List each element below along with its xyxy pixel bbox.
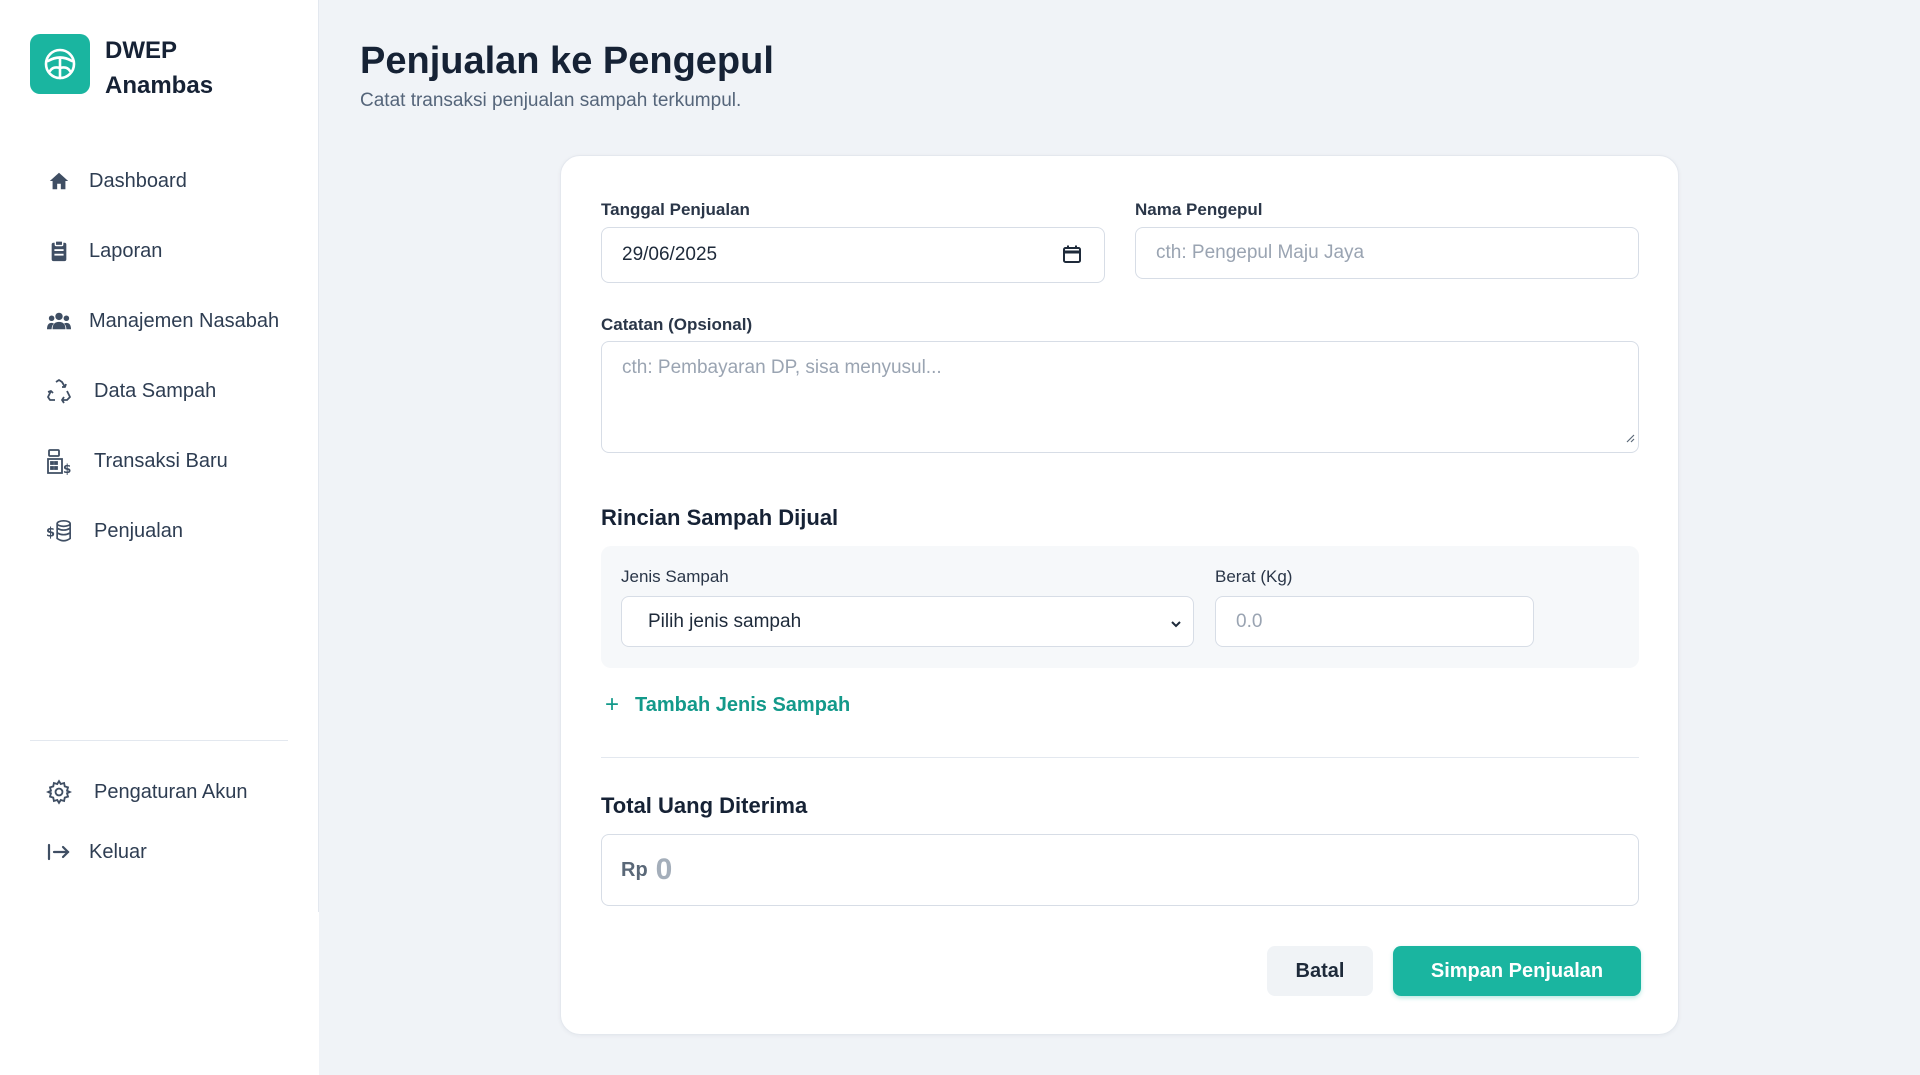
sidebar-item-label: Penjualan [94,519,183,542]
svg-text:$: $ [46,526,55,541]
sidebar-item-label: Laporan [89,239,163,262]
date-label: Tanggal Penjualan [601,200,750,219]
sidebar-item-laporan[interactable]: Laporan [30,228,288,274]
sidebar-item-label: Manajemen Nasabah [89,309,280,332]
type-label: Jenis Sampah [621,567,729,586]
coins-icon: $ [46,518,72,544]
waste-type-selected: Pilih jenis sampah [648,610,802,632]
sidebar-item-label: Dashboard [89,169,187,192]
logout-icon [46,839,72,865]
sidebar-item-dashboard[interactable]: Dashboard [30,158,288,204]
users-icon [46,308,72,334]
sidebar: DWEP Anambas Dashboard Laporan Manajemen… [0,0,319,912]
section-divider [601,757,1639,758]
collector-placeholder: cth: Pengepul Maju Jaya [1156,242,1365,263]
brand[interactable]: DWEP Anambas [30,34,245,103]
leaf-logo-icon [30,34,90,94]
total-section-title: Total Uang Diterima [601,793,808,818]
sidebar-item-transaksi-baru[interactable]: $ Transaksi Baru [30,438,288,484]
items-section-title: Rincian Sampah Dijual [601,505,839,530]
calendar-icon[interactable] [1062,244,1082,270]
sidebar-item-penjualan[interactable]: $ Penjualan [30,508,288,554]
svg-text:$: $ [63,462,71,475]
sidebar-item-label: Data Sampah [94,379,217,402]
resize-handle-icon[interactable] [1625,427,1635,449]
sidebar-footer-area [0,912,319,1075]
weight-placeholder: 0.0 [1236,610,1263,632]
sidebar-divider [30,740,288,741]
total-amount-value: 0 [655,853,673,886]
chevron-down-icon [1169,615,1183,629]
recycle-icon [46,378,72,404]
sidebar-item-label: Pengaturan Akun [94,780,248,803]
sidebar-item-label: Keluar [89,840,147,863]
plus-icon: + [605,691,620,718]
cancel-button[interactable]: Batal [1267,946,1373,996]
notes-placeholder: cth: Pembayaran DP, sisa menyusul... [622,357,942,378]
currency-label: Rp [621,858,648,881]
item-row-panel: Jenis Sampah Pilih jenis sampah Berat (K… [601,546,1639,668]
brand-name-line2: Anambas [105,72,214,99]
add-waste-type-button[interactable]: + Tambah Jenis Sampah [605,691,850,719]
notes-textarea[interactable]: cth: Pembayaran DP, sisa menyusul... [601,341,1639,453]
sidebar-bottom-nav: Pengaturan Akun Keluar [30,769,288,889]
waste-type-select[interactable]: Pilih jenis sampah [621,596,1194,647]
notes-label: Catatan (Opsional) [601,315,753,334]
weight-input[interactable]: 0.0 [1215,596,1534,647]
sidebar-item-pengaturan-akun[interactable]: Pengaturan Akun [30,769,288,815]
sale-form-card: Tanggal Penjualan 29/06/2025 Nama Pengep… [560,155,1679,1035]
collector-label: Nama Pengepul [1135,200,1263,219]
page-subtitle: Catat transaksi penjualan sampah terkump… [360,90,742,111]
weight-label: Berat (Kg) [1215,567,1293,586]
cash-register-icon: $ [46,448,72,475]
collector-name-input[interactable]: cth: Pengepul Maju Jaya [1135,227,1639,279]
add-waste-type-label: Tambah Jenis Sampah [635,693,851,716]
home-icon [46,168,72,194]
sidebar-nav: Dashboard Laporan Manajemen Nasabah Data… [30,158,288,578]
gear-icon [46,779,72,805]
clipboard-icon [46,238,72,264]
sidebar-item-data-sampah[interactable]: Data Sampah [30,368,288,414]
sidebar-item-keluar[interactable]: Keluar [30,829,288,875]
sidebar-item-manajemen-nasabah[interactable]: Manajemen Nasabah [30,298,288,344]
sidebar-item-label: Transaksi Baru [94,449,228,472]
date-value: 29/06/2025 [622,244,718,265]
page-title: Penjualan ke Pengepul [360,40,774,82]
total-amount-field: Rp 0 [601,834,1639,906]
date-input[interactable]: 29/06/2025 [601,227,1105,283]
brand-name-line1: DWEP [105,37,177,64]
save-sale-button[interactable]: Simpan Penjualan [1393,946,1641,996]
brand-name: DWEP Anambas [105,33,245,103]
